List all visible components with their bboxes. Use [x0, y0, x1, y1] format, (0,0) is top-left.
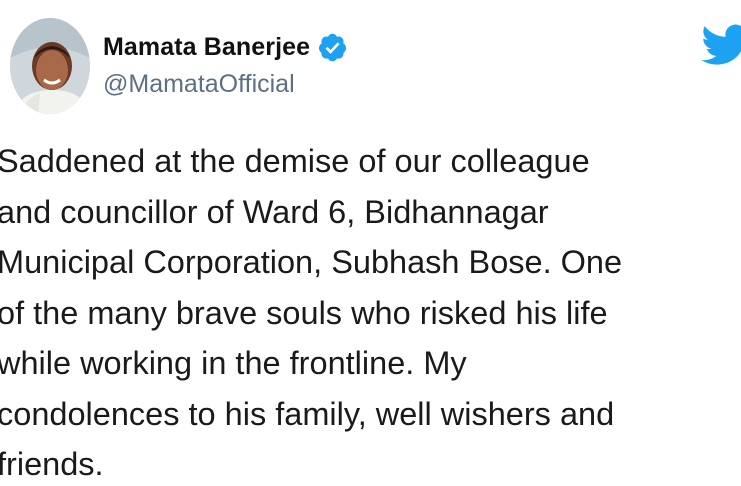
author-display-name[interactable]: Mamata Banerjee — [103, 33, 310, 62]
tweet-body-line: friends. — [0, 446, 104, 482]
author-handle[interactable]: @MamataOfficial — [103, 70, 295, 99]
profile-avatar[interactable] — [10, 18, 90, 114]
tweet-body-line: Municipal Corporation, Subhash Bose. One — [0, 244, 623, 280]
tweet-card: Mamata Banerjee @MamataOfficial Saddened… — [0, 0, 741, 486]
verified-badge-icon — [319, 33, 347, 61]
tweet-body-line: of the many brave souls who risked his l… — [0, 294, 608, 331]
tweet-body: Saddened at the demise of our colleague … — [0, 136, 741, 486]
profile-photo-avatar — [10, 18, 90, 114]
tweet-body-line: and councillor of Ward 6, Bidhannagar — [0, 193, 549, 230]
author-name-row[interactable]: Mamata Banerjee — [103, 30, 348, 64]
tweet-body-line: Saddened at the demise of our colleague — [0, 143, 590, 179]
tweet-body-line: condolences to his family, well wishers … — [0, 395, 615, 432]
tweet-body-line: while working in the frontline. My — [0, 345, 467, 381]
twitter-bird-icon[interactable] — [700, 24, 741, 66]
